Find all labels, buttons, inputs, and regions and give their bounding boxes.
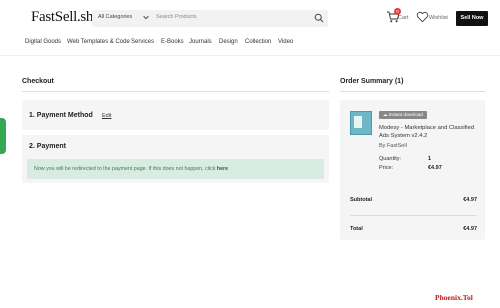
payment-step: 2. Payment Now you will be redirected to… <box>22 135 329 183</box>
edit-payment-method-link[interactable]: Edit <box>102 113 111 119</box>
quantity-value: 1 <box>428 156 432 162</box>
payment-title: 2. Payment <box>29 143 66 150</box>
top-bar: FastSell.shop All Categories Search Prod… <box>0 0 500 37</box>
price-label: Price: <box>379 165 394 171</box>
summary-divider <box>350 215 477 216</box>
order-summary-card: ☁ Instant download Modesy - Marketplace … <box>340 100 485 240</box>
total-label: Total <box>350 226 363 232</box>
subtotal-value: €4.97 <box>463 197 477 203</box>
side-feedback-tab[interactable] <box>0 118 6 154</box>
checkout-title: Checkout <box>22 78 54 85</box>
redirect-here-link[interactable]: here <box>217 166 228 172</box>
payment-method-title: 1. Payment Method <box>29 112 93 119</box>
nav-item-design[interactable]: Design <box>219 39 238 45</box>
header-divider <box>0 55 500 56</box>
chevron-down-icon[interactable] <box>142 13 150 21</box>
nav-item-collection[interactable]: Collection <box>245 39 271 45</box>
cart-count-badge: 0 <box>394 8 401 15</box>
nav-item-ebooks[interactable]: E-Books <box>161 39 184 45</box>
product-seller: By FastSell <box>379 143 407 149</box>
checkout-divider <box>22 91 329 92</box>
wishlist-label[interactable]: Wishlist <box>429 15 448 21</box>
subtotal-label: Subtotal <box>350 197 372 203</box>
redirect-message: Now you will be redirected to the paymen… <box>34 166 229 172</box>
sell-now-button[interactable]: Sell Now <box>456 11 488 26</box>
nav-item-journals[interactable]: Journals <box>189 39 212 45</box>
watermark-text: Phoenix.Tol <box>435 293 473 302</box>
price-value: €4.97 <box>428 165 442 171</box>
quantity-label: Quantity: <box>379 156 402 162</box>
search-input[interactable]: Search Products <box>156 14 197 20</box>
heart-icon[interactable] <box>416 11 429 23</box>
nav-item-digital-goods[interactable]: Digital Goods <box>25 39 61 45</box>
category-select[interactable]: All Categories <box>98 14 132 20</box>
category-nav: Digital Goods Web Templates & Code Servi… <box>0 37 500 51</box>
product-title[interactable]: Modesy - Marketplace and Classified <box>379 125 474 131</box>
search-icon[interactable] <box>314 13 324 23</box>
nav-item-services[interactable]: Services <box>131 39 154 45</box>
order-summary-title: Order Summary (1) <box>340 78 404 85</box>
cart-label[interactable]: Cart <box>398 15 408 21</box>
redirect-notice: Now you will be redirected to the paymen… <box>27 159 324 179</box>
product-thumbnail[interactable] <box>350 111 372 135</box>
instant-download-badge: ☁ Instant download <box>379 111 427 119</box>
total-value: €4.97 <box>463 226 477 232</box>
search-bar: All Categories Search Products <box>92 10 328 27</box>
nav-item-web-templates[interactable]: Web Templates & Code <box>67 39 130 45</box>
order-summary-divider <box>340 91 485 92</box>
nav-item-video[interactable]: Video <box>278 39 293 45</box>
product-title-line2[interactable]: Ads System v2.4.2 <box>379 133 427 139</box>
payment-method-step: 1. Payment Method Edit <box>22 100 329 130</box>
